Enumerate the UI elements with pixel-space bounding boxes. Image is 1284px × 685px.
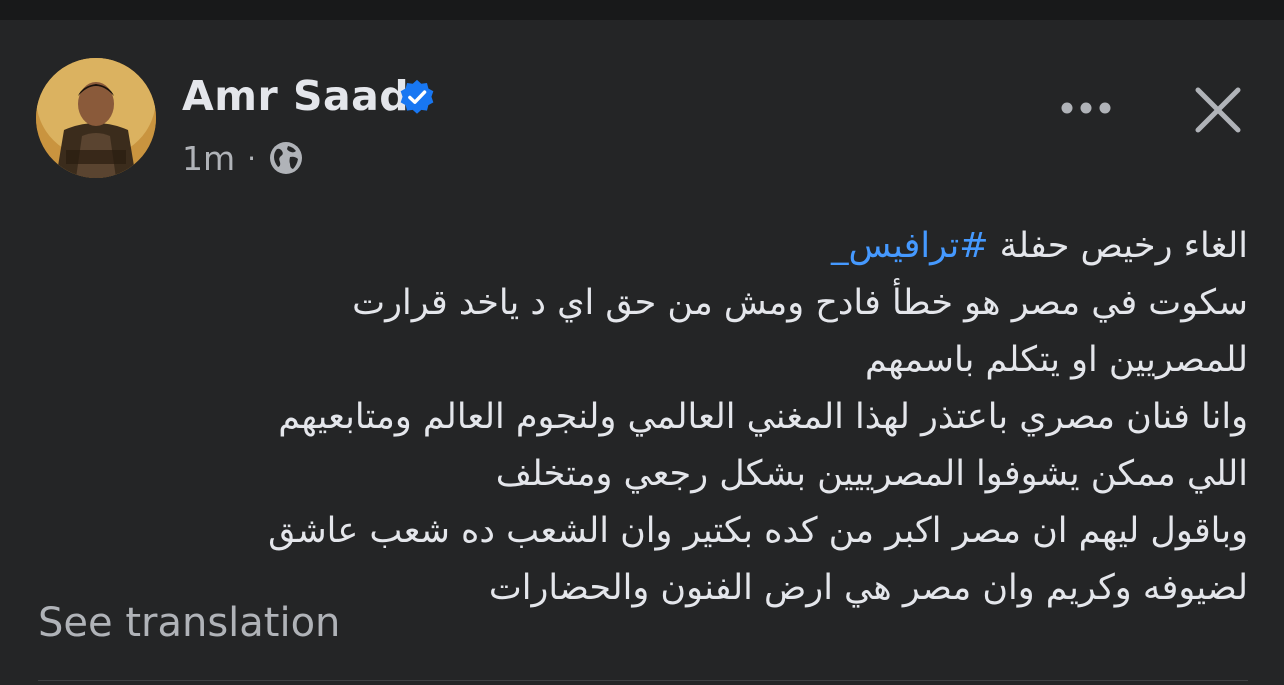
author-name[interactable]: Amr Saad (182, 68, 409, 124)
verified-badge-icon (400, 79, 434, 114)
post-line-6: وباقول ليهم ان مصر اكبر من كده بكتير وان… (268, 511, 1248, 551)
post-line-3: للمصريين او يتكلم باسمهم (864, 340, 1248, 380)
post-card: Amr Saad 1m · الغاء رخيص حفلة #ترافيس_ س… (0, 20, 1284, 685)
post-line-5: اللي ممكن يشوفوا المصرييين بشكل رجعي ومت… (495, 454, 1248, 494)
close-icon[interactable] (1190, 82, 1246, 138)
see-translation-link[interactable]: See translation (38, 600, 340, 646)
top-strip (0, 0, 1284, 20)
post-meta: 1m · (182, 136, 304, 180)
avatar-image (36, 58, 156, 178)
post-body: الغاء رخيص حفلة #ترافيس_ سكوت في مصر هو … (40, 218, 1248, 617)
post-line-2: سكوت في مصر هو خطأ فادح ومش من حق اي د ي… (352, 283, 1248, 323)
meta-separator: · (247, 141, 257, 175)
hashtag-link[interactable]: #ترافيس_ (831, 226, 989, 266)
post-line-1: الغاء رخيص حفلة #ترافيس_ (40, 218, 1248, 275)
avatar[interactable] (36, 58, 156, 178)
more-horizontal-icon (1061, 102, 1111, 114)
divider (38, 680, 1248, 681)
more-options-button[interactable] (1056, 84, 1116, 132)
timestamp[interactable]: 1m (182, 139, 235, 178)
post-line-4: وانا فنان مصري باعتذر لهذا المغني العالم… (278, 397, 1248, 437)
globe-icon[interactable] (268, 140, 304, 176)
post-line-1-text: الغاء رخيص حفلة (999, 226, 1248, 266)
